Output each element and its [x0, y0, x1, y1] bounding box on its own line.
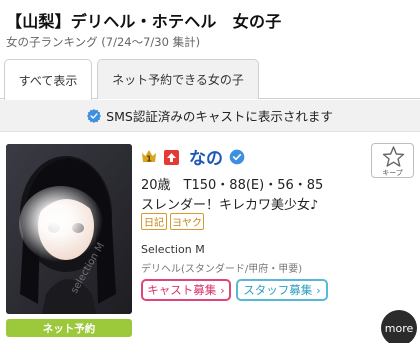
staff-recruit-label: スタッフ募集 [243, 283, 313, 297]
net-reserve-badge[interactable]: ネット予約 [6, 319, 132, 337]
chevron-right-icon: › [316, 283, 321, 297]
keep-label: キープ [382, 169, 403, 177]
cast-photo-image: selection M [6, 144, 132, 314]
ranking-subtitle: 女の子ランキング (7/24〜7/30 集計) [6, 35, 201, 49]
more-button[interactable]: more [381, 310, 417, 343]
svg-text:1: 1 [146, 154, 152, 163]
tab-net-reserve[interactable]: ネット予約できる女の子 [97, 59, 259, 99]
sms-notice-bar: SMS認証済みのキャストに表示されます [0, 100, 420, 132]
chevron-right-icon: › [220, 283, 225, 297]
tab-bar: すべて表示 ネット予約できる女の子 [0, 59, 420, 100]
cast-recruit-label: キャスト募集 [147, 283, 217, 297]
cast-photo[interactable]: selection M [6, 144, 132, 314]
rank-crown-icon: 1 [142, 150, 156, 163]
cast-recruit-button[interactable]: キャスト募集 › [141, 279, 231, 301]
shop-category: デリヘル(スタンダード/甲府・甲要) [141, 264, 303, 275]
tab-all[interactable]: すべて表示 [4, 59, 92, 100]
cast-name[interactable]: なの [189, 144, 223, 169]
tag-diary[interactable]: 日記 [141, 213, 167, 230]
page-title: 【山梨】デリヘル・ホテヘル 女の子 [6, 12, 282, 31]
verified-check-icon [87, 108, 102, 123]
cast-catchphrase: スレンダー！キレカワ美少女♪ [141, 198, 319, 213]
keep-button[interactable]: キープ [371, 143, 414, 178]
rank-up-icon [164, 150, 179, 165]
sms-notice-text: SMS認証済みのキャストに表示されます [106, 109, 333, 124]
verified-check-icon [229, 149, 245, 165]
tag-reserve[interactable]: ヨヤク [170, 213, 204, 230]
staff-recruit-button[interactable]: スタッフ募集 › [236, 279, 328, 301]
cast-profile: 20歳 T150・88(E)・56・85 [141, 178, 324, 193]
star-icon [382, 146, 405, 167]
shop-name[interactable]: Selection M [141, 243, 205, 256]
cast-card: selection M ネット予約 1 なの キープ 20歳 T150・88(E… [0, 134, 420, 343]
